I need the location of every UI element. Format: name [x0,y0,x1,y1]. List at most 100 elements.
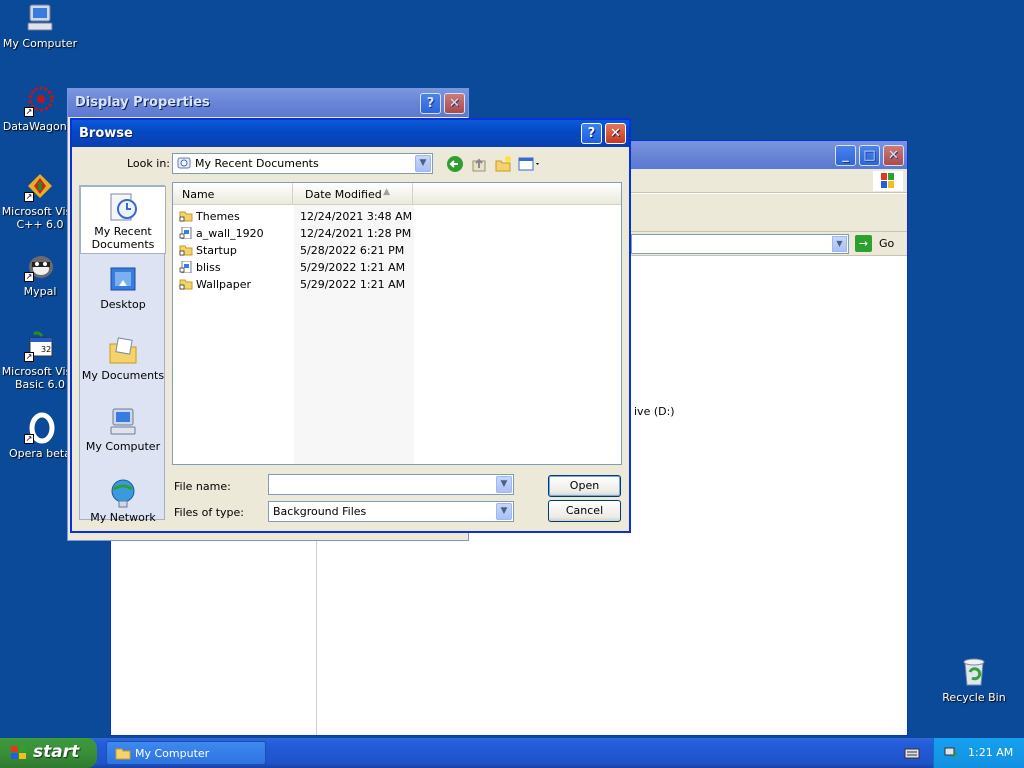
file-row[interactable]: Startup 5/28/2022 6:21 PM [173,242,423,259]
close-button[interactable]: ✕ [605,123,626,144]
place-label: My Computer [85,440,161,453]
desktop-icon-label: Recycle Bin [942,691,1006,704]
windows-logo-icon [873,171,903,191]
system-tray: 1:21 AM [933,738,1024,768]
visual-basic-icon: 32 ↗ [24,330,56,362]
shortcut-arrow-icon: ↗ [24,352,34,362]
places-bar: My Recent Documents Desktop My Documents… [79,185,166,524]
place-my-computer[interactable]: My Computer [80,402,166,454]
go-arrow-icon: → [855,235,872,252]
sort-ascending-icon: ▲ [383,187,390,197]
drive-label[interactable]: ive (D:) [634,405,675,418]
folder-icon [115,746,131,760]
taskbar-item-my-computer[interactable]: My Computer [106,741,266,765]
file-name: bliss [196,261,221,274]
look-in-dropdown[interactable]: My Recent Documents ▼ [172,153,433,174]
help-button[interactable]: ? [581,123,602,144]
column-header-date-modified[interactable]: Date Modified ▲ [293,183,413,205]
chevron-down-icon[interactable]: ▼ [496,503,512,520]
image-shortcut-icon [179,260,193,274]
dialog-title: Browse [79,126,133,141]
cancel-button[interactable]: Cancel [548,500,621,522]
address-field[interactable]: ▼ [631,234,849,254]
file-name-field[interactable]: ▼ [268,474,514,495]
chevron-down-icon[interactable]: ▼ [496,476,512,493]
folder-shortcut-icon [179,244,193,256]
file-list[interactable]: Name Date Modified ▲ Themes 12/24/2021 3:… [172,182,622,465]
new-folder-button[interactable] [494,155,512,173]
taskbar-item-label: My Computer [135,747,210,760]
look-in-value: My Recent Documents [195,157,319,170]
clock[interactable]: 1:21 AM [968,746,1013,759]
files-of-type-dropdown[interactable]: Background Files ▼ [268,501,514,522]
maximize-button[interactable]: □ [859,145,880,166]
file-row[interactable]: bliss 5/29/2022 1:21 AM [173,259,423,276]
file-name-label: File name: [174,480,231,493]
files-of-type-value: Background Files [273,505,367,518]
file-name: Wallpaper [196,278,252,291]
place-my-network[interactable]: My Network [80,473,166,524]
image-shortcut-icon [179,226,193,240]
column-header-empty [413,183,621,205]
file-date: 12/24/2021 1:28 PM [300,227,412,240]
back-arrow-icon [447,156,463,172]
shortcut-arrow-icon: ↗ [24,192,34,202]
file-name: Startup [196,244,237,257]
place-label: My Documents [81,369,165,382]
close-button[interactable]: ✕ [883,145,904,166]
file-name: a_wall_1920 [196,227,264,240]
chevron-down-icon[interactable]: ▼ [415,155,431,172]
help-button[interactable]: ? [420,93,441,114]
recent-documents-icon [177,157,191,169]
file-row[interactable]: Themes 12/24/2021 3:48 AM [173,208,423,225]
column-header-name[interactable]: Name [173,183,293,205]
minimize-button[interactable]: _ [835,145,856,166]
folder-shortcut-icon [179,210,193,222]
browse-titlebar: Browse ? ✕ [72,120,629,147]
desktop-icon-my-computer[interactable]: My Computer [0,2,80,50]
my-documents-icon [107,335,139,367]
desktop-icon-recycle-bin[interactable]: Recycle Bin [934,656,1014,704]
place-my-documents[interactable]: My Documents [80,331,166,383]
svg-text:32: 32 [41,345,51,354]
view-menu-button[interactable] [518,155,542,173]
chevron-down-icon[interactable]: ▼ [832,236,847,252]
files-of-type-label: Files of type: [174,506,245,519]
visual-cpp-icon: ↗ [24,170,56,202]
open-button[interactable]: Open [548,475,621,497]
go-label: Go [879,237,895,250]
column-header-label: Date Modified [305,188,382,201]
network-icon [107,477,139,509]
keyboard-icon[interactable] [904,747,920,759]
folder-shortcut-icon [179,278,193,290]
desktop-icon [107,264,139,296]
taskbar: start My Computer 1:21 AM [0,738,1024,768]
file-row[interactable]: Wallpaper 5/29/2022 1:21 AM [173,276,423,293]
network-tray-icon[interactable] [943,745,959,761]
file-row[interactable]: a_wall_1920 12/24/2021 1:28 PM [173,225,423,242]
file-date: 5/29/2022 1:21 AM [300,278,406,291]
start-button[interactable]: start [0,738,97,768]
place-label: My Network [90,511,156,524]
place-my-recent-documents[interactable]: My Recent Documents [80,186,166,254]
datawagon-icon: ↗ [24,85,56,117]
shortcut-arrow-icon: ↗ [24,272,34,282]
place-label: My Recent Documents [91,225,155,251]
display-properties-titlebar: Display Properties ? ✕ [68,89,468,117]
windows-flag-icon [10,745,28,761]
go-button[interactable]: → Go [855,235,905,253]
file-date: 5/29/2022 1:21 AM [300,261,406,274]
recent-documents-icon [107,191,139,223]
column-header-label: Name [182,188,215,201]
up-folder-button[interactable] [470,155,488,173]
back-button[interactable] [446,155,464,173]
up-folder-icon [472,158,486,172]
file-name: Themes [196,210,240,223]
computer-icon [24,2,56,34]
close-button[interactable]: ✕ [444,93,465,114]
place-desktop[interactable]: Desktop [80,260,166,312]
place-label: Desktop [100,298,146,311]
file-date: 5/28/2022 6:21 PM [300,244,405,257]
desktop-icon-label: My Computer [2,37,78,50]
shortcut-arrow-icon: ↗ [24,434,34,444]
